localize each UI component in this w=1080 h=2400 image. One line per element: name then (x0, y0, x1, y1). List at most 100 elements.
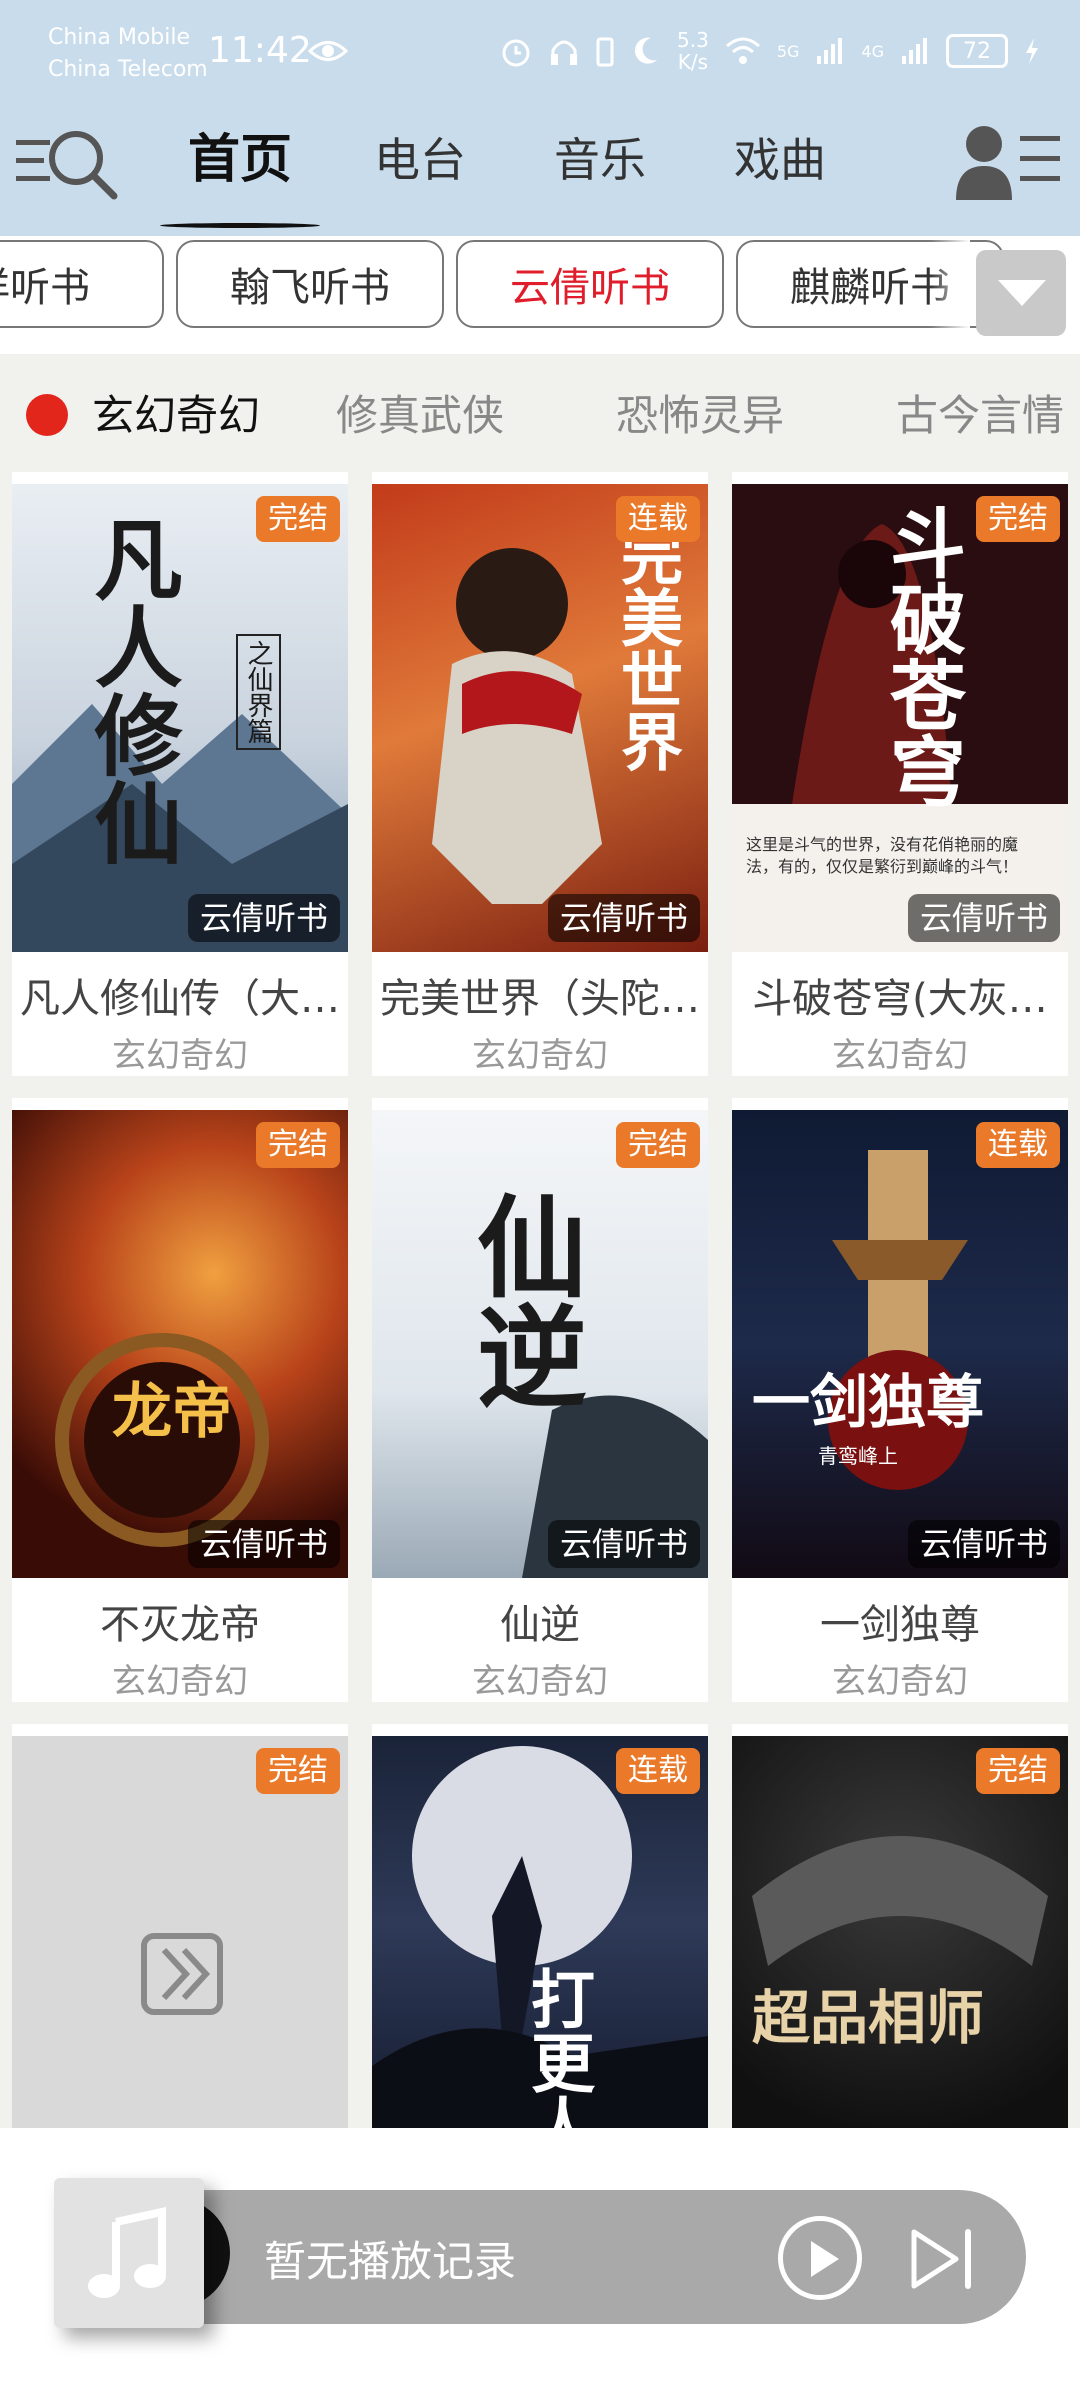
wifi-icon (725, 37, 760, 64)
cover-title: 凡人修仙 (80, 514, 184, 866)
book-grid: 凡人修仙 之仙界篇 完结 云倩听书 凡人修仙传（大… 玄幻奇幻 完美世界 连载 … (0, 472, 1080, 2128)
status-badge: 完结 (256, 496, 340, 542)
signal-bars-icon (817, 38, 843, 64)
book-card[interactable]: 完结 (12, 1724, 348, 2128)
book-title: 不灭龙帝 (100, 1602, 260, 1648)
category-tab[interactable]: 修真武侠 (336, 382, 504, 443)
status-badge: 连载 (976, 1122, 1060, 1168)
menu-search-icon[interactable] (14, 118, 124, 208)
source-dropdown-button[interactable] (976, 250, 1066, 336)
status-bar: China Mobile China Telecom 11:42 5.3 K/s… (0, 0, 1080, 110)
player-thumbnail[interactable] (54, 2178, 204, 2328)
book-card[interactable]: 超品相师 完结 (732, 1724, 1068, 2128)
carrier-info: China Mobile China Telecom (48, 22, 208, 86)
app-root: China Mobile China Telecom 11:42 5.3 K/s… (0, 0, 1080, 2400)
book-title: 斗破苍穹(大灰… (752, 976, 1048, 1022)
source-tag: 云倩听书 (547, 1520, 700, 1568)
status-badge: 完结 (976, 1748, 1060, 1794)
book-cover: 打更人 连载 (372, 1736, 708, 2128)
tab-more[interactable]: 电 (870, 110, 940, 236)
cover-title: 仙逆 (458, 1190, 587, 1410)
cover-title: 斗破苍穹 (877, 504, 966, 808)
cover-subtitle: 之仙界篇 (236, 634, 281, 750)
status-badge: 完结 (616, 1122, 700, 1168)
tab-music[interactable]: 音乐 (510, 110, 690, 236)
status-badge: 完结 (976, 496, 1060, 542)
status-badge: 连载 (616, 1748, 700, 1794)
status-badge: 完结 (256, 1122, 340, 1168)
headphone-icon (551, 40, 578, 65)
next-track-icon[interactable] (906, 2224, 976, 2294)
source-chip[interactable]: 洋听书 (0, 240, 164, 328)
source-tag: 云倩听书 (187, 1520, 340, 1568)
cover-subtitle: 青鸾峰上 (818, 1444, 898, 1468)
source-chip-bar: 洋听书 翰飞听书 云倩听书 麒麟听书 (0, 236, 1080, 346)
book-cover-placeholder: 完结 (12, 1736, 348, 2128)
signal-2-label: 4G (861, 41, 884, 61)
book-title: 凡人修仙传（大… (20, 976, 340, 1022)
eye-comfort-icon (308, 41, 348, 61)
play-button[interactable] (778, 2216, 862, 2300)
book-card[interactable]: 完美世界 连载 云倩听书 完美世界（头陀… 玄幻奇幻 (372, 472, 708, 1076)
moon-icon (635, 37, 658, 64)
active-category-dot (26, 394, 68, 436)
category-tab-selected[interactable]: 玄幻奇幻 (92, 382, 260, 443)
cover-title: 一剑独尊 (752, 1368, 985, 1436)
cover-blurb: 这里是斗气的世界，没有花俏艳丽的魔法，有的，仅仅是繁衍到巅峰的斗气！ (746, 835, 1019, 876)
book-card[interactable]: 凡人修仙 之仙界篇 完结 云倩听书 凡人修仙传（大… 玄幻奇幻 (12, 472, 348, 1076)
cover-title: 龙帝 (112, 1377, 232, 1447)
battery-saver-icon (596, 37, 614, 67)
battery-indicator: 72 (946, 34, 1008, 68)
book-card[interactable]: 仙逆 完结 云倩听书 仙逆 玄幻奇幻 (372, 1098, 708, 1702)
network-speed: 5.3 K/s (677, 28, 709, 74)
category-tab[interactable]: 恐怖灵异 (616, 382, 784, 443)
book-card[interactable]: 打更人 连载 (372, 1724, 708, 2128)
charging-icon (1026, 38, 1038, 64)
book-cover: 凡人修仙 之仙界篇 完结 云倩听书 (12, 484, 348, 952)
book-cover: 一剑独尊 青鸾峰上 连载 云倩听书 (732, 1110, 1068, 1578)
book-title: 仙逆 (500, 1602, 580, 1648)
book-category: 玄幻奇幻 (832, 1662, 968, 1702)
mini-player: 暂无播放记录 (0, 2128, 1080, 2400)
book-category: 玄幻奇幻 (472, 1662, 608, 1702)
carrier-2: China Telecom (48, 57, 208, 82)
cover-title: 超品相师 (752, 1984, 985, 2052)
book-title: 一剑独尊 (820, 1602, 980, 1648)
source-tag: 云倩听书 (907, 894, 1060, 942)
cover-art (752, 1836, 1048, 1966)
source-tag: 云倩听书 (187, 894, 340, 942)
source-tag: 云倩听书 (907, 1520, 1060, 1568)
tab-opera[interactable]: 戏曲 (690, 110, 870, 236)
tab-home[interactable]: 首页 (150, 110, 330, 236)
cover-art (828, 1150, 968, 1490)
image-placeholder-icon (141, 1933, 223, 2015)
book-category: 玄幻奇幻 (832, 1036, 968, 1076)
alarm-icon (502, 39, 530, 67)
signal-1-label: 5G (776, 41, 800, 61)
category-tabs: 玄幻奇幻 修真武侠 恐怖灵异 古今言情 (0, 354, 1080, 472)
source-tag: 云倩听书 (547, 894, 700, 942)
book-cover: 仙逆 完结 云倩听书 (372, 1110, 708, 1578)
cover-title: 完美世界 (610, 524, 683, 772)
top-nav-bar: 首页 电台 音乐 戏曲 电 (0, 110, 1080, 236)
cover-title: 打更人 (520, 1966, 595, 2128)
music-note-icon (88, 2207, 166, 2298)
book-card[interactable]: 一剑独尊 青鸾峰上 连载 云倩听书 一剑独尊 玄幻奇幻 (732, 1098, 1068, 1702)
category-tab[interactable]: 古今言情 (896, 382, 1064, 443)
tab-radio[interactable]: 电台 (330, 110, 510, 236)
chip-fade (930, 236, 970, 346)
profile-menu-icon[interactable] (950, 114, 1070, 210)
book-category: 玄幻奇幻 (112, 1036, 248, 1076)
book-title: 完美世界（头陀… (380, 976, 700, 1022)
book-card[interactable]: 斗破苍穹 这里是斗气的世界，没有花俏艳丽的魔法，有的，仅仅是繁衍到巅峰的斗气！ … (732, 472, 1068, 1076)
carrier-1: China Mobile (48, 25, 191, 50)
book-cover: 完美世界 连载 云倩听书 (372, 484, 708, 952)
clock: 11:42 (208, 30, 312, 71)
book-category: 玄幻奇幻 (472, 1036, 608, 1076)
book-card[interactable]: 龙帝 完结 云倩听书 不灭龙帝 玄幻奇幻 (12, 1098, 348, 1702)
source-chip[interactable]: 翰飞听书 (176, 240, 444, 328)
source-chip-selected[interactable]: 云倩听书 (456, 240, 724, 328)
signal-bars-icon (902, 38, 927, 64)
status-badge: 连载 (616, 496, 700, 542)
cover-art (55, 1333, 269, 1547)
